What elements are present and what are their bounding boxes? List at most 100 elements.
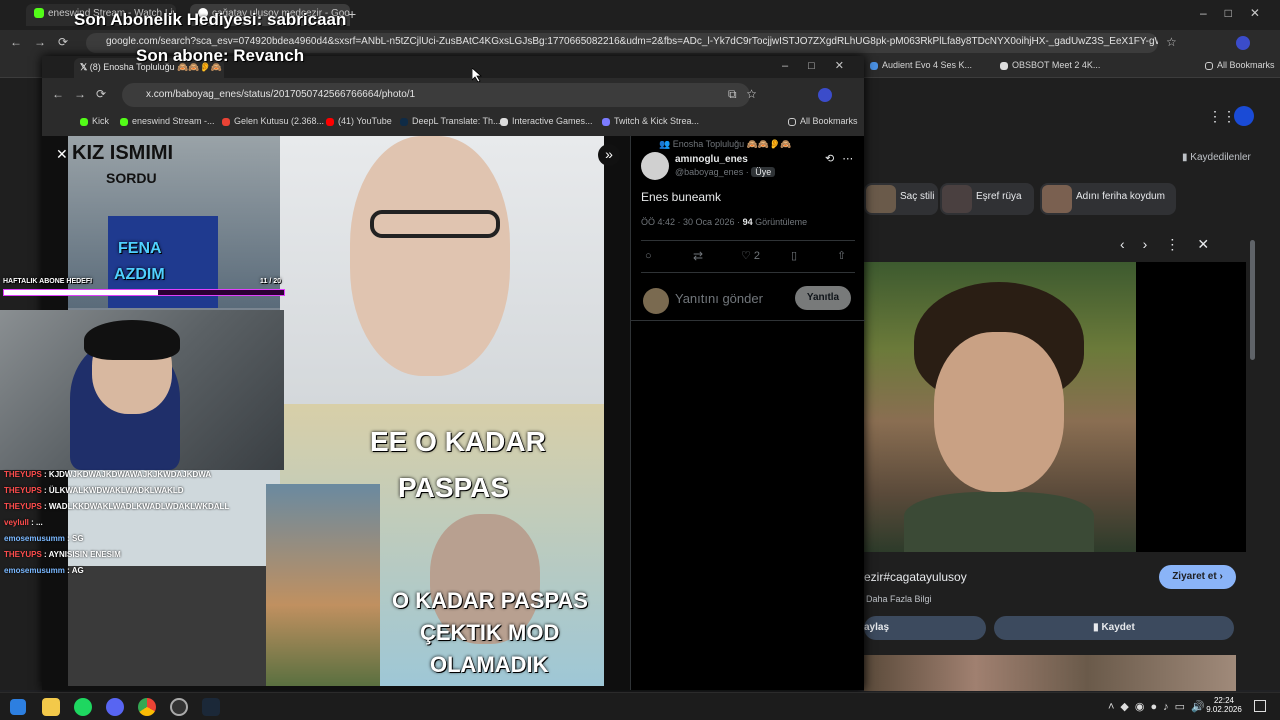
meme-text: SORDU xyxy=(106,170,157,186)
sub-goal-bar xyxy=(3,289,285,296)
cp-icon xyxy=(602,117,610,126)
image-caption[interactable]: ezir#cagatayulusoy xyxy=(864,570,967,584)
more-info-link[interactable]: Daha Fazla Bilgi xyxy=(866,594,932,604)
last-gift-label: Son Abonelik Hediyesi: sabricaan xyxy=(74,10,347,29)
webcam-overlay xyxy=(0,310,284,470)
notification-icon[interactable] xyxy=(1254,700,1266,712)
page-icon xyxy=(1000,61,1008,70)
steam-icon[interactable] xyxy=(202,698,220,716)
visit-button[interactable]: Ziyaret et › xyxy=(1159,565,1236,589)
meme-text: OLAMADIK xyxy=(430,652,549,677)
like-count: 2 xyxy=(753,250,761,262)
nav-buttons[interactable]: ←→⟳ xyxy=(52,87,116,101)
kick-icon xyxy=(34,8,44,19)
new-tab-button[interactable]: + xyxy=(348,6,356,22)
community-label[interactable]: 👥 Enosha Topluluğu 🙈🙈👂🙈 xyxy=(659,139,791,150)
sub-goal-count: 11 / 20 xyxy=(260,278,282,285)
system-tray-icons[interactable]: ˄◆◉●♪▭🔊 xyxy=(1108,700,1211,713)
chip-feriha[interactable]: Adını feriha koydum xyxy=(1040,183,1176,215)
page-icon xyxy=(500,117,508,126)
spotify-icon[interactable] xyxy=(74,698,92,716)
reply-button[interactable]: Yanıtla xyxy=(795,286,851,310)
clock[interactable]: 22:24 9.02.2026 xyxy=(1204,696,1244,714)
kick-icon xyxy=(80,117,88,126)
bookmark-icon[interactable]: ▯ xyxy=(791,249,797,262)
save-button[interactable]: ▮ Kaydet xyxy=(994,616,1234,640)
author-handle-row: @baboyag_enes · Üye xyxy=(675,167,776,177)
chrome-icon[interactable] xyxy=(138,698,156,716)
post-text: Enes buneamk xyxy=(641,190,722,204)
meme-text: EE O KADAR xyxy=(370,426,546,457)
bookmark-all[interactable]: All Bookmarks xyxy=(1205,60,1275,70)
view-count: 94 xyxy=(742,217,753,227)
post-menu-icons[interactable]: ⟲⋯ xyxy=(825,152,861,165)
sub-goal-fill xyxy=(4,290,158,295)
windows-start-icon[interactable] xyxy=(10,699,26,715)
chat-message: THEYUPS : ÜLKWALKWDWAKLWADKLWAKLD xyxy=(4,486,184,495)
profile-avatar[interactable] xyxy=(1236,36,1250,50)
youtube-icon xyxy=(326,117,334,126)
author-name[interactable]: amınoglu_enes xyxy=(675,154,748,165)
chat-message: THEYUPS : WADLKKDWAKLWADLKWADLWDAKLWKDAL… xyxy=(4,502,230,511)
related-images-strip[interactable] xyxy=(864,655,1236,691)
window-controls[interactable]: –□✕ xyxy=(782,59,864,72)
reply-icon[interactable]: ○ xyxy=(645,250,652,262)
account-avatar[interactable] xyxy=(1234,106,1254,126)
image-viewer-controls[interactable]: ‹›⋮✕ xyxy=(1120,236,1227,253)
bookmark-obsbot[interactable]: OBSBOT Meet 2 4K... xyxy=(1000,60,1100,70)
bookmark-eneswind[interactable]: eneswind Stream -... xyxy=(120,116,215,126)
address-actions[interactable]: ⧉☆ xyxy=(728,87,766,102)
bookmark-deepl[interactable]: DeepL Translate: Th... xyxy=(400,116,501,126)
apps-grid-icon[interactable]: ⋮⋮ xyxy=(1208,108,1236,125)
clock-date: 9.02.2026 xyxy=(1206,705,1242,714)
file-explorer-icon[interactable] xyxy=(42,698,60,716)
saved-link[interactable]: ▮ Kaydedilenler xyxy=(1182,152,1251,163)
window-controls[interactable]: –□✕ xyxy=(1200,6,1278,20)
expand-icon[interactable]: » xyxy=(598,144,620,166)
bookmark-gmail[interactable]: Gelen Kutusu (2.368... xyxy=(222,116,324,126)
divider xyxy=(631,320,865,321)
bookmark-games[interactable]: Interactive Games... xyxy=(500,116,593,126)
profile-avatar[interactable] xyxy=(818,88,832,102)
bookmark-audient[interactable]: Audient Evo 4 Ses K... xyxy=(870,60,972,70)
bookmark-youtube[interactable]: (41) YouTube xyxy=(326,116,392,126)
reply-input[interactable]: Yanıtını gönder xyxy=(675,291,763,306)
chip-thumbnail xyxy=(1042,185,1072,213)
chip-sac-stili[interactable]: Saç stili xyxy=(864,183,938,215)
retweet-icon[interactable]: ⇄ xyxy=(693,249,703,263)
sub-goal-label: HAFTALIK ABONE HEDEFI xyxy=(3,278,93,285)
like-button[interactable]: ♡ 2 xyxy=(741,249,760,262)
share-icon[interactable]: ⇧ xyxy=(837,249,846,262)
star-icon[interactable]: ☆ xyxy=(1166,35,1177,49)
chip-thumbnail xyxy=(866,185,896,213)
x-logo-icon: 𝕏 xyxy=(80,62,88,72)
collage-tile-5 xyxy=(266,484,380,686)
obs-icon[interactable] xyxy=(170,698,188,716)
post-meta: ÖÖ 4:42 · 30 Oca 2026 · 94 Görüntüleme xyxy=(641,217,808,227)
image-preview[interactable] xyxy=(864,262,1136,552)
front-url-field[interactable]: x.com/baboyag_enes/status/20170507425667… xyxy=(122,83,750,107)
close-icon[interactable]: ✕ xyxy=(56,146,68,163)
author-handle[interactable]: @baboyag_enes xyxy=(675,167,743,177)
bookmark-all[interactable]: All Bookmarks xyxy=(788,116,858,126)
headphones-shape xyxy=(84,320,180,360)
mouse-cursor xyxy=(472,68,482,82)
chat-message: THEYUPS : AYNISISIN ENESIM xyxy=(4,550,121,559)
bookmark-kick[interactable]: Kick xyxy=(80,116,109,126)
my-avatar xyxy=(643,288,669,314)
taskbar: ˄◆◉●♪▭🔊 22:24 9.02.2026 xyxy=(0,692,1280,720)
chat-message: emosemusumm : SG xyxy=(4,534,84,543)
meme-text: O KADAR PASPAS xyxy=(392,588,588,613)
chip-esref-ruya[interactable]: Eşref rüya xyxy=(940,183,1034,215)
scrollbar[interactable] xyxy=(1250,240,1255,360)
clock-time: 22:24 xyxy=(1213,696,1235,705)
bookmark-twitch-kick[interactable]: Twitch & Kick Strea... xyxy=(602,116,699,126)
share-button[interactable]: aylaş xyxy=(864,616,986,640)
author-avatar[interactable] xyxy=(641,152,669,180)
glasses-shape xyxy=(370,210,500,238)
check-icon xyxy=(870,61,878,70)
last-sub-label: Son abone: Revanch xyxy=(136,46,305,65)
meme-text: FENA xyxy=(118,240,162,257)
nav-buttons[interactable]: ←→⟳ xyxy=(10,35,80,49)
discord-icon[interactable] xyxy=(106,698,124,716)
